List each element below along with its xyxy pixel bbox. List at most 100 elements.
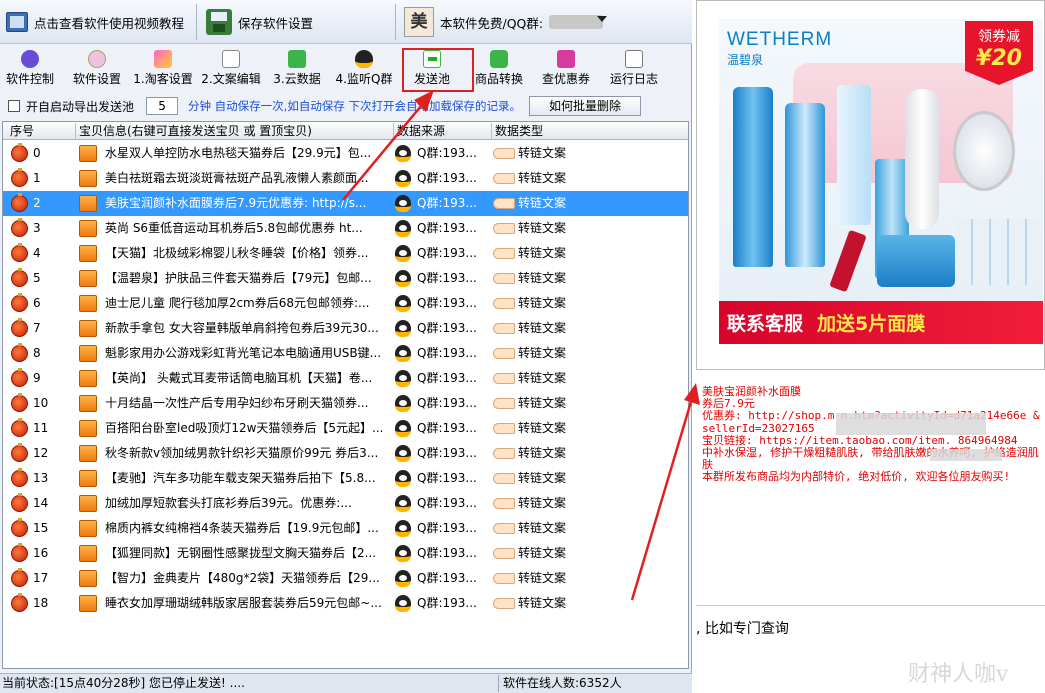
table-row[interactable]: 13 【麦驰】汽车多功能车载支架天猫券后拍下【5.8... Q群:193... 转链文… <box>3 466 688 491</box>
row-no: 4 <box>33 246 41 260</box>
table-row[interactable]: 7 新款手拿包 女大容量韩版单肩斜挎包券后39元30... Q群:193... 转链文… <box>3 316 688 341</box>
table-row[interactable]: 8 魁影家用办公游戏彩虹背光笔记本电脑通用USB键... Q群:193... 转链文案 <box>3 341 688 366</box>
video-tutorial-label: 点击查看软件使用视频教程 <box>34 15 185 31</box>
row-info: 秋冬新款v领加绒男款针织衫天猫原价99元 券后3... <box>105 446 379 460</box>
table-row[interactable]: 0 水星双人单控防水电热毯天猫券后【29.9元】包... Q群:193... 转链文案 <box>3 141 688 166</box>
coupon-icon <box>557 50 575 68</box>
coupon-amount: ¥20 <box>976 46 1022 71</box>
pointing-hand-icon <box>493 248 515 259</box>
shopping-bag-icon <box>79 445 97 462</box>
row-info: 美肤宝润颜补水面膜券后7.9元优惠券: http://s... <box>105 196 367 210</box>
row-type: 转链文案 <box>518 146 567 160</box>
lantern-icon <box>11 218 28 237</box>
pointing-hand-icon <box>493 198 515 209</box>
row-no: 2 <box>33 196 41 210</box>
tool-software-settings[interactable]: 软件设置 <box>70 50 124 90</box>
watermark: 财神人咖v <box>908 662 1009 687</box>
tool-product-convert[interactable]: 商品转换 <box>472 50 526 90</box>
row-source: Q群:193... <box>417 496 477 510</box>
tool-monitor-qq[interactable]: 4.监听Q群 <box>333 50 395 90</box>
lantern-icon <box>11 518 28 537</box>
row-info: 美白祛斑霜去斑淡斑膏祛斑产品乳液懒人素颜面... <box>105 171 369 185</box>
tool-cloud-data[interactable]: 3.云数据 <box>271 50 323 90</box>
row-info: 魁影家用办公游戏彩虹背光笔记本电脑通用USB键... <box>105 346 382 360</box>
table-row[interactable]: 4 【天猫】北极绒彩棉婴儿秋冬睡袋【价格】领券... Q群:193... 转链文案 <box>3 241 688 266</box>
toolbar: 软件控制 软件设置 1.淘客设置 2.文案编辑 3.云数据 4.监听Q群 发送池… <box>0 46 692 92</box>
pointing-hand-icon <box>493 298 515 309</box>
col-header-info[interactable]: 宝贝信息(右键可直接发送宝贝 或 置顶宝贝) <box>75 123 391 139</box>
redaction-1 <box>836 413 986 435</box>
table-row[interactable]: 14 加绒加厚短款套头打底衫券后39元。优惠券:... Q群:193... 转链文案 <box>3 491 688 516</box>
lantern-icon <box>11 468 28 487</box>
tool-label: 运行日志 <box>609 72 658 86</box>
row-info: 【狐狸同款】无钢圈性感聚拢型文胸天猫券后【2... <box>105 546 377 560</box>
row-info: 英尚 S6重低音运动耳机券后5.8包邮优惠券 ht... <box>105 221 363 235</box>
row-source: Q群:193... <box>417 296 477 310</box>
row-no: 6 <box>33 296 41 310</box>
msg-line: 本群所发布商品均为内部特价, 绝对低价, 欢迎各位朋友购买! <box>702 470 1011 484</box>
table-row[interactable]: 1 美白祛斑霜去斑淡斑膏祛斑产品乳液懒人素颜面... Q群:193... 转链文案 <box>3 166 688 191</box>
tool-run-log[interactable]: 运行日志 <box>606 50 662 90</box>
row-type: 转链文案 <box>518 446 567 460</box>
lantern-icon <box>11 268 28 287</box>
col-header-source[interactable]: 数据来源 <box>393 123 489 139</box>
free-software-info: 美 本软件免费/QQ群: <box>404 6 604 38</box>
auto-export-checkbox[interactable] <box>8 100 20 112</box>
tool-taoke-settings[interactable]: 1.淘客设置 <box>131 50 195 90</box>
lantern-icon <box>11 368 28 387</box>
input-area[interactable]: , 比如专门查询 财神人咖v <box>696 605 1045 693</box>
options-row: 开自启动导出发送池 5 分钟 自动保存一次,如自动保存 下次打开会自动加载保存的… <box>0 92 692 120</box>
table-row[interactable]: 11 百搭阳台卧室led吸顶灯12w天猫领券后【5元起】... Q群:193... 转… <box>3 416 688 441</box>
qq-penguin-icon <box>395 170 411 187</box>
tool-copy-edit[interactable]: 2.文案编辑 <box>200 50 262 90</box>
batch-delete-button[interactable]: 如何批量删除 <box>528 96 641 116</box>
lantern-icon <box>11 318 28 337</box>
qq-penguin-icon <box>395 595 411 612</box>
tool-label: 软件控制 <box>5 72 54 86</box>
clipboard-icon <box>625 50 643 68</box>
video-icon <box>6 12 28 32</box>
pointing-hand-icon <box>493 273 515 284</box>
table-row[interactable]: 10 十月结晶一次性产后专用孕妇纱布牙刷天猫领券... Q群:193... 转链文案 <box>3 391 688 416</box>
chevron-down-icon[interactable] <box>597 16 607 22</box>
table-row[interactable]: 9 【英尚】 头戴式耳麦带话筒电脑耳机【天猫】卷... Q群:193... 转链文案 <box>3 366 688 391</box>
separator <box>196 4 197 40</box>
pointing-hand-icon <box>493 448 515 459</box>
table-row[interactable]: 5 【温碧泉】护肤品三件套天猫券后【79元】包邮... Q群:193... 转链文案 <box>3 266 688 291</box>
lantern-icon <box>11 168 28 187</box>
table-row[interactable]: 6 迪士尼儿童 爬行毯加厚2cm券后68元包邮领券:... Q群:193... 转链文… <box>3 291 688 316</box>
table-row[interactable]: 16 【狐狸同款】无钢圈性感聚拢型文胸天猫券后【2... Q群:193... 转链文案 <box>3 541 688 566</box>
row-info: 十月结晶一次性产后专用孕妇纱布牙刷天猫领券... <box>105 396 369 410</box>
row-source: Q群:193... <box>417 171 477 185</box>
col-header-no[interactable]: 序号 <box>7 123 34 139</box>
send-pool-table[interactable]: 序号 宝贝信息(右键可直接发送宝贝 或 置顶宝贝) 数据来源 数据类型 0 水星双… <box>2 121 689 669</box>
table-row[interactable]: 15 棉质内裤女纯棉裆4条装天猫券后【19.9元包邮】... Q群:193... 转链… <box>3 516 688 541</box>
pointing-hand-icon <box>493 598 515 609</box>
table-row[interactable]: 17 【智力】金典麦片【480g*2袋】天猫领券后【29... Q群:193... 转… <box>3 566 688 591</box>
row-source: Q群:193... <box>417 346 477 360</box>
row-source: Q群:193... <box>417 321 477 335</box>
table-row[interactable]: 12 秋冬新款v领加绒男款针织衫天猫原价99元 券后3... Q群:193... 转链… <box>3 441 688 466</box>
pointing-hand-icon <box>493 348 515 359</box>
minutes-input[interactable]: 5 <box>146 97 179 115</box>
product-promo-image: WETHERM 温碧泉 领券减 ¥20 联系客服 加送5片面膜 <box>696 0 1045 370</box>
row-info: 【智力】金典麦片【480g*2袋】天猫领券后【29... <box>105 571 380 585</box>
row-no: 13 <box>33 471 49 485</box>
tool-software-control[interactable]: 软件控制 <box>4 50 56 90</box>
tool-label: 4.监听Q群 <box>335 72 393 86</box>
table-row[interactable]: 3 英尚 S6重低音运动耳机券后5.8包邮优惠券 ht... Q群:193... 转链… <box>3 216 688 241</box>
video-tutorial-button[interactable]: 点击查看软件使用视频教程 <box>6 6 184 38</box>
row-type: 转链文案 <box>518 321 567 335</box>
separator <box>395 4 396 40</box>
table-row[interactable]: 2 美肤宝润颜补水面膜券后7.9元优惠券: http://s... Q群:193..… <box>3 191 688 216</box>
tool-find-coupon[interactable]: 查优惠券 <box>540 50 592 90</box>
row-info: 【温碧泉】护肤品三件套天猫券后【79元】包邮... <box>105 271 372 285</box>
tool-label: 查优惠券 <box>541 72 590 86</box>
table-row[interactable]: 18 睡衣女加厚珊瑚绒韩版家居服套装券后59元包邮~... Q群:193... 转链文… <box>3 591 688 616</box>
pointing-hand-icon <box>493 173 515 184</box>
pointing-hand-icon <box>493 373 515 384</box>
save-settings-label: 保存软件设置 <box>238 15 314 31</box>
shopping-bag-icon <box>79 595 97 612</box>
save-settings-button[interactable]: 保存软件设置 <box>206 6 313 38</box>
col-header-type[interactable]: 数据类型 <box>491 123 587 139</box>
